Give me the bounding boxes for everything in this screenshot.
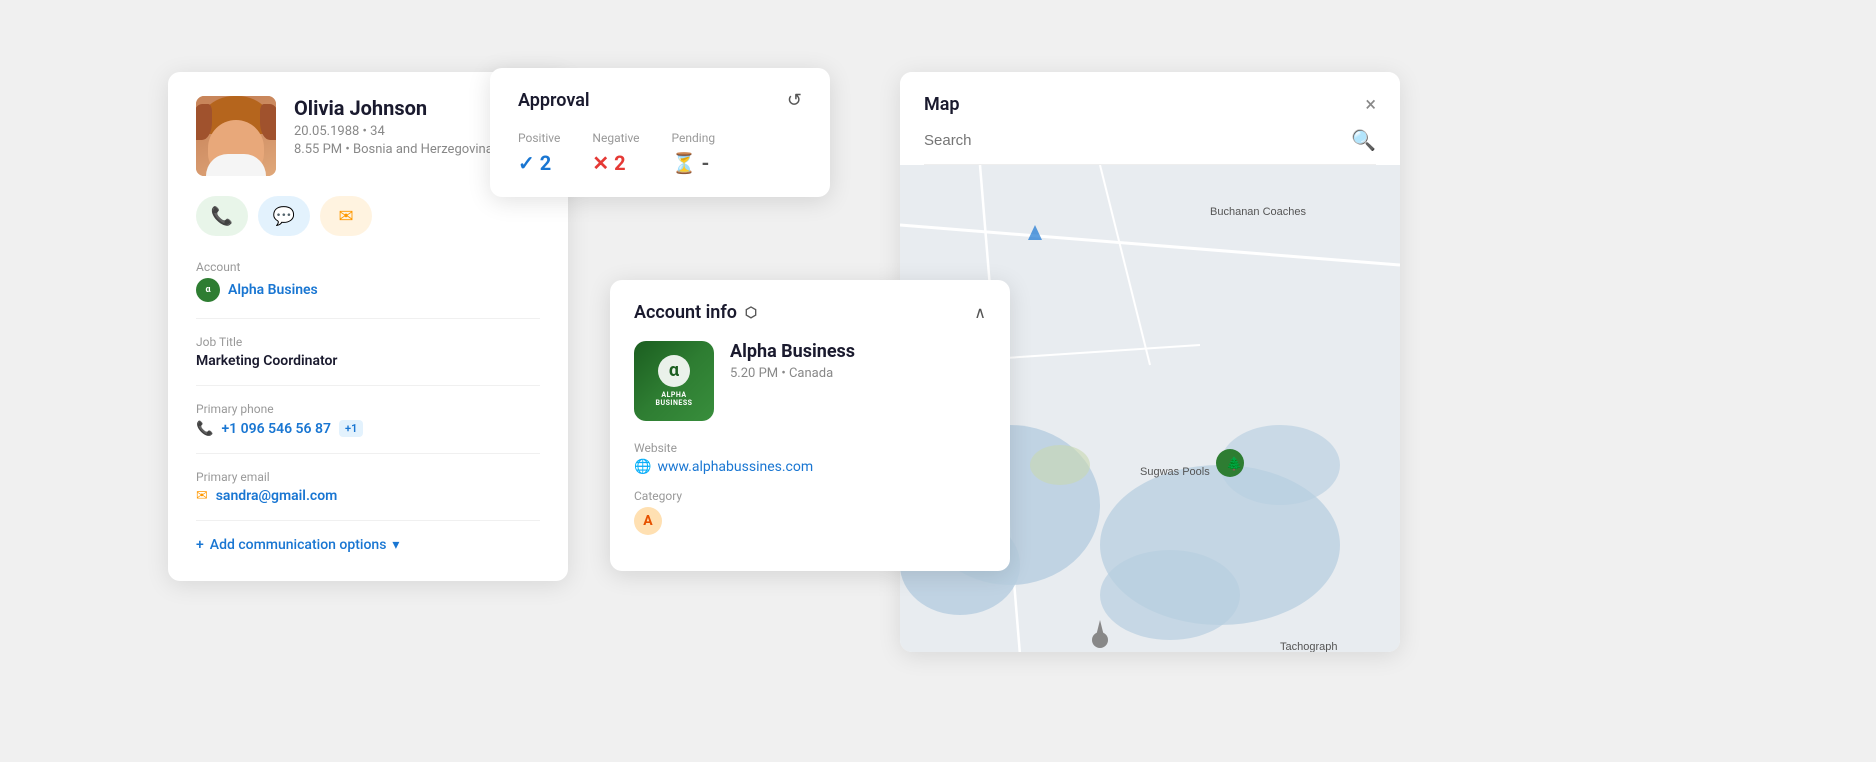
- account-value: Alpha Busines: [228, 282, 318, 298]
- category-badge: A: [634, 507, 662, 535]
- account-card-header: Account info ⬡ ∧: [634, 302, 986, 323]
- negative-value: ✕ 2: [592, 151, 639, 175]
- category-value: A: [634, 507, 986, 535]
- globe-icon: 🌐: [634, 459, 651, 475]
- company-logo-symbol: α: [658, 355, 690, 387]
- website-label: Website: [634, 441, 986, 455]
- company-details: Alpha Business 5.20 PM • Canada: [730, 341, 986, 381]
- map-close-button[interactable]: ×: [1365, 92, 1376, 116]
- svg-text:Buchanan Coaches: Buchanan Coaches: [1210, 206, 1307, 218]
- approval-title: Approval: [518, 90, 590, 111]
- job-title-value: Marketing Coordinator: [196, 353, 540, 369]
- map-header: Map ×: [900, 72, 1400, 128]
- approval-card: Approval ↺ Positive ✓ 2 Negative ✕ 2 Pen…: [490, 68, 830, 197]
- company-meta: 5.20 PM • Canada: [730, 366, 986, 381]
- positive-stat: Positive ✓ 2: [518, 131, 560, 175]
- pending-value: ⏳ -: [672, 151, 716, 175]
- job-title-field: Job Title Marketing Coordinator: [196, 335, 540, 386]
- email-icon: ✉: [338, 206, 353, 227]
- history-icon[interactable]: ↺: [787, 90, 802, 111]
- svg-text:Sugwas Pools: Sugwas Pools: [1140, 466, 1210, 478]
- website-field: Website 🌐 www.alphabussines.com: [634, 441, 986, 475]
- email-value: sandra@gmail.com: [216, 488, 338, 504]
- phone-icon: 📞: [211, 206, 233, 227]
- account-field: Account α Alpha Busines: [196, 260, 540, 319]
- collapse-icon[interactable]: ∧: [974, 303, 986, 322]
- checkmark-icon: ✓: [518, 151, 535, 175]
- approval-stats: Positive ✓ 2 Negative ✕ 2 Pending ⏳ -: [518, 131, 802, 175]
- hourglass-icon: ⏳: [672, 151, 697, 175]
- phone-value: +1 096 546 56 87: [221, 421, 331, 437]
- account-link[interactable]: α Alpha Busines: [196, 278, 540, 302]
- contact-header: Olivia Johnson 20.05.1988 • 34 8.55 PM •…: [196, 96, 540, 176]
- email-field-icon: ✉: [196, 488, 208, 504]
- pending-label: Pending: [672, 131, 716, 145]
- company-name: Alpha Business: [730, 341, 986, 362]
- chat-button[interactable]: 💬: [258, 196, 310, 236]
- add-communication-button[interactable]: + Add communication options ▾: [196, 537, 540, 553]
- chevron-down-icon: ▾: [392, 537, 399, 553]
- search-icon[interactable]: 🔍: [1351, 128, 1376, 152]
- phone-field-icon: 📞: [196, 421, 213, 437]
- email-label: Primary email: [196, 470, 540, 484]
- avatar: [196, 96, 276, 176]
- external-link-icon[interactable]: ⬡: [745, 305, 757, 321]
- phone-extra-badge: +1: [339, 420, 363, 437]
- approval-header: Approval ↺: [518, 90, 802, 111]
- phone-button[interactable]: 📞: [196, 196, 248, 236]
- negative-label: Negative: [592, 131, 639, 145]
- email-button[interactable]: ✉: [320, 196, 372, 236]
- account-info-card: Account info ⬡ ∧ α ALPHABUSINESS Alpha B…: [610, 280, 1010, 571]
- cross-icon: ✕: [592, 151, 609, 175]
- chat-icon: 💬: [273, 206, 295, 227]
- map-search-input[interactable]: [924, 132, 1343, 149]
- contact-actions: 📞 💬 ✉: [196, 196, 540, 236]
- account-info-title: Account info ⬡: [634, 302, 757, 323]
- plus-icon: +: [196, 537, 204, 553]
- positive-value: ✓ 2: [518, 151, 560, 175]
- positive-label: Positive: [518, 131, 560, 145]
- svg-text:🌲: 🌲: [1226, 456, 1242, 471]
- svg-text:Tachograph: Tachograph: [1280, 641, 1338, 652]
- map-search-bar: 🔍: [900, 128, 1400, 164]
- phone-field: Primary phone 📞 +1 096 546 56 87 +1: [196, 402, 540, 454]
- account-icon: α: [196, 278, 220, 302]
- category-field: Category A: [634, 489, 986, 535]
- company-logo-text: ALPHABUSINESS: [656, 391, 693, 408]
- pending-stat: Pending ⏳ -: [672, 131, 716, 175]
- company-logo: α ALPHABUSINESS: [634, 341, 714, 421]
- job-title-label: Job Title: [196, 335, 540, 349]
- category-label: Category: [634, 489, 986, 503]
- email-row: ✉ sandra@gmail.com: [196, 488, 540, 504]
- phone-row: 📞 +1 096 546 56 87 +1: [196, 420, 540, 437]
- website-value[interactable]: 🌐 www.alphabussines.com: [634, 459, 986, 475]
- email-field: Primary email ✉ sandra@gmail.com: [196, 470, 540, 521]
- map-title: Map: [924, 94, 960, 115]
- company-row: α ALPHABUSINESS Alpha Business 5.20 PM •…: [634, 341, 986, 421]
- negative-stat: Negative ✕ 2: [592, 131, 639, 175]
- phone-label: Primary phone: [196, 402, 540, 416]
- account-label: Account: [196, 260, 540, 274]
